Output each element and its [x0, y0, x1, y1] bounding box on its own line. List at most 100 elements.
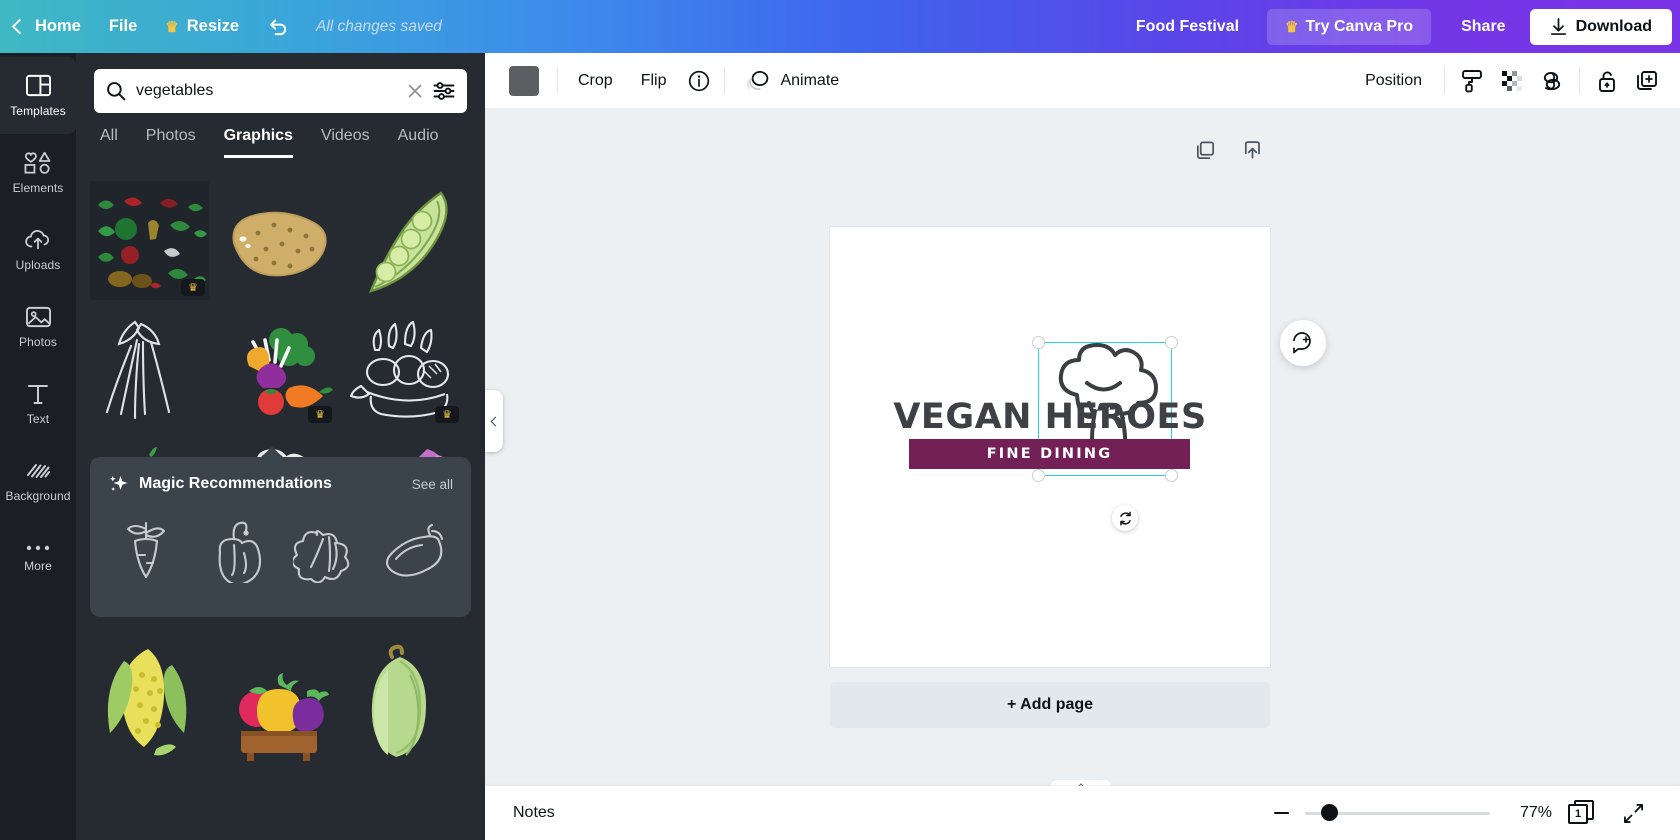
add-page-icon[interactable]	[1242, 140, 1263, 166]
notes-button[interactable]: Notes	[513, 804, 555, 822]
filter-sliders-icon[interactable]	[433, 81, 455, 101]
transparency-button[interactable]	[1493, 62, 1531, 100]
zoom-slider[interactable]	[1305, 804, 1490, 821]
file-menu-button[interactable]: File	[95, 0, 151, 53]
resize-button[interactable]: ♛ Resize	[151, 0, 253, 53]
tab-audio[interactable]: Audio	[398, 127, 439, 158]
add-page-button[interactable]: + Add page	[830, 682, 1270, 728]
magic-item-bell-pepper[interactable]	[198, 511, 274, 589]
design-page[interactable]: VEGAN HEROES FINE DINING	[830, 227, 1270, 667]
resize-handle-bottom-right[interactable]	[1165, 469, 1178, 482]
sidebar-item-uploads[interactable]: Uploads	[0, 211, 76, 288]
sidebar-item-text[interactable]: Text	[0, 365, 76, 442]
try-canva-pro-button[interactable]: ♛ Try Canva Pro	[1267, 8, 1432, 45]
search-input[interactable]	[136, 82, 397, 100]
animate-label: Animate	[780, 71, 840, 89]
fullscreen-button[interactable]	[1614, 794, 1652, 832]
result-corn-cob[interactable]	[90, 633, 209, 763]
sidebar-label-more: More	[24, 558, 52, 573]
download-button[interactable]: Download	[1529, 8, 1672, 45]
crop-button[interactable]: Crop	[564, 64, 627, 98]
search-bar[interactable]	[94, 69, 467, 113]
pro-badge: ♛	[308, 406, 332, 423]
zoom-slider-knob[interactable]	[1321, 804, 1339, 821]
zoom-value[interactable]: 77%	[1506, 804, 1552, 822]
position-button[interactable]: Position	[1351, 64, 1436, 98]
result-pea-pod[interactable]	[344, 181, 463, 300]
search-area	[76, 53, 485, 113]
close-icon[interactable]	[407, 83, 423, 99]
animate-button[interactable]: Animate	[731, 61, 853, 101]
page-count-button[interactable]: 1	[1568, 800, 1598, 826]
result-mixed-vegetables-bunch[interactable]: ♛	[217, 308, 336, 427]
sidebar-item-photos[interactable]: Photos	[0, 288, 76, 365]
result-green-beans-sketch[interactable]	[90, 308, 209, 427]
duplicate-button[interactable]	[1628, 62, 1666, 100]
sidebar-item-more[interactable]: More	[0, 519, 76, 596]
rotate-handle[interactable]	[1112, 505, 1138, 531]
more-icon	[26, 545, 50, 550]
sidebar-item-elements[interactable]: Elements	[0, 134, 76, 211]
tab-graphics[interactable]: Graphics	[223, 127, 293, 158]
tab-photos[interactable]: Photos	[146, 127, 196, 158]
magic-item-eggplant[interactable]	[377, 511, 453, 589]
home-button[interactable]: Home	[0, 0, 95, 53]
tab-all[interactable]: All	[100, 127, 118, 158]
results-row: ♛	[90, 308, 471, 427]
sidebar-item-background[interactable]: Background	[0, 442, 76, 519]
result-vegetable-basket-outline[interactable]: ♛	[344, 308, 463, 427]
help-button[interactable]	[1280, 320, 1326, 366]
info-button[interactable]	[680, 62, 718, 100]
chevron-left-icon	[11, 18, 28, 35]
sidebar-label-text: Text	[26, 411, 50, 426]
paint-roller-button[interactable]	[1453, 62, 1491, 100]
page-count-label: 1	[1574, 808, 1582, 820]
result-vegetable-crate[interactable]	[217, 633, 336, 763]
magic-items	[108, 511, 453, 589]
tab-videos[interactable]: Videos	[321, 127, 370, 158]
duplicate-icon	[1637, 70, 1657, 90]
share-label: Share	[1461, 17, 1506, 35]
carrot-outline-icon	[126, 521, 165, 579]
link-icon	[1543, 71, 1561, 90]
context-toolbar: Crop Flip Animate Position	[485, 53, 1680, 108]
toolbar-divider	[1444, 67, 1445, 94]
share-button[interactable]: Share	[1443, 9, 1523, 45]
logo-subtitle-band[interactable]: FINE DINING	[909, 439, 1190, 469]
zoom-out-button[interactable]	[1274, 811, 1289, 815]
toolbar-divider	[724, 67, 726, 94]
result-zucchini[interactable]	[344, 633, 463, 763]
uploads-icon	[25, 229, 50, 249]
sidebar-label-photos: Photos	[19, 334, 57, 349]
magic-header: Magic Recommendations See all	[108, 473, 453, 495]
position-label: Position	[1365, 71, 1422, 89]
magic-item-lettuce[interactable]	[288, 511, 364, 589]
design-title[interactable]: Food Festival	[1114, 18, 1261, 36]
magic-title: Magic Recommendations	[139, 475, 332, 492]
resize-label: Resize	[186, 17, 240, 35]
info-circle-icon	[689, 70, 710, 91]
element-color-swatch[interactable]	[509, 65, 539, 96]
add-page-label: + Add page	[1006, 696, 1094, 713]
page-mini-tools	[1195, 140, 1263, 166]
flip-button[interactable]: Flip	[627, 64, 681, 98]
undo-button[interactable]	[253, 0, 304, 53]
bottom-bar-right: 77% 1	[1274, 794, 1652, 832]
result-potato[interactable]	[217, 181, 336, 300]
elements-icon	[24, 151, 51, 174]
result-vegetable-pattern-dark[interactable]: ♛	[90, 181, 209, 300]
resize-handle-bottom-left[interactable]	[1032, 469, 1045, 482]
download-icon	[1550, 17, 1566, 35]
collapse-panel-button[interactable]	[485, 390, 503, 452]
logo-title[interactable]: VEGAN HEROES	[830, 397, 1270, 437]
sidebar-item-templates[interactable]: Templates	[0, 57, 76, 134]
toolbar-divider	[557, 67, 558, 94]
photos-icon	[25, 306, 51, 327]
magic-item-carrot[interactable]	[108, 511, 184, 589]
see-all-link[interactable]: See all	[412, 477, 453, 492]
resize-handle-top-right[interactable]	[1165, 336, 1178, 349]
duplicate-page-icon[interactable]	[1195, 140, 1216, 166]
lock-button[interactable]	[1588, 62, 1626, 100]
link-button[interactable]	[1533, 62, 1571, 100]
resize-handle-top-left[interactable]	[1032, 336, 1045, 349]
